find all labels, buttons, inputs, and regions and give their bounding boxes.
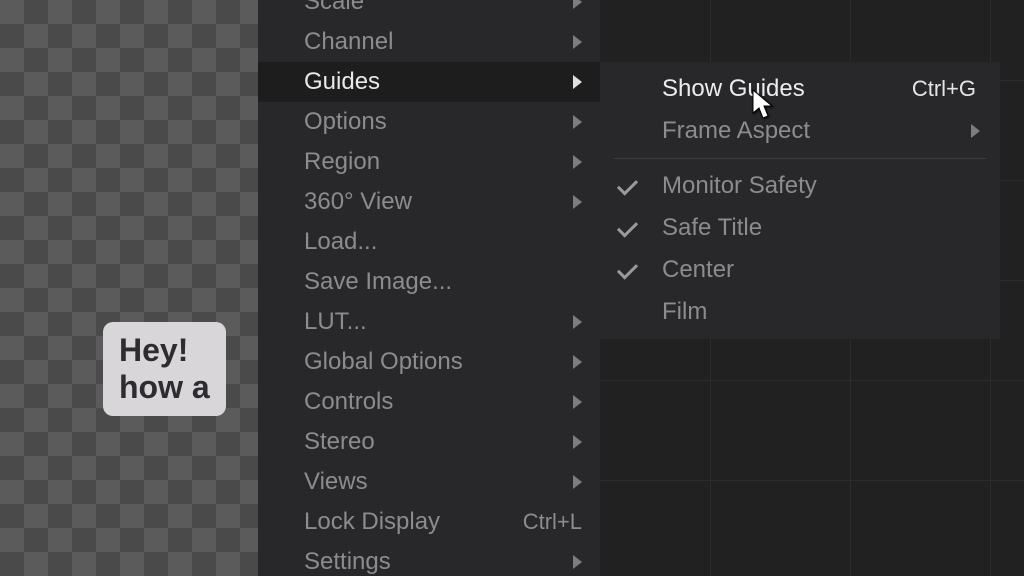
menu-item-label: Guides — [304, 68, 380, 96]
menu-item-load[interactable]: Load... — [258, 222, 600, 262]
menu-item-label: Region — [304, 148, 380, 176]
canvas-text-box: Hey! how a — [103, 322, 226, 416]
menu-item-lut[interactable]: LUT... — [258, 302, 600, 342]
submenu-item-shortcut: Ctrl+G — [912, 76, 976, 102]
menu-item-controls[interactable]: Controls — [258, 382, 600, 422]
submenu-item-monitor-safety[interactable]: Monitor Safety — [600, 165, 1000, 207]
menu-item-global-options[interactable]: Global Options — [258, 342, 600, 382]
check-icon — [617, 216, 638, 237]
submenu-item-safe-title[interactable]: Safe Title — [600, 207, 1000, 249]
menu-item-label: Save Image... — [304, 268, 452, 296]
menu-item-region[interactable]: Region — [258, 142, 600, 182]
canvas-text-line1: Hey! — [119, 332, 210, 369]
menu-item-label: Channel — [304, 28, 393, 56]
menu-item-label: Views — [304, 468, 368, 496]
submenu-item-label: Frame Aspect — [662, 117, 810, 145]
menu-item-label: Controls — [304, 388, 393, 416]
check-icon — [617, 258, 638, 279]
menu-item-label: Load... — [304, 228, 377, 256]
menu-item-label: Options — [304, 108, 387, 136]
menu-item-lock-display[interactable]: Lock Display Ctrl+L — [258, 502, 600, 542]
menu-item-label: LUT... — [304, 308, 367, 336]
menu-item-scale[interactable]: Scale — [258, 0, 600, 22]
menu-item-options[interactable]: Options — [258, 102, 600, 142]
submenu-item-label: Show Guides — [662, 75, 805, 103]
menu-item-label: Settings — [304, 548, 391, 576]
menu-item-shortcut: Ctrl+L — [523, 509, 582, 535]
submenu-item-label: Film — [662, 298, 707, 326]
submenu-item-label: Center — [662, 256, 734, 284]
submenu-item-label: Monitor Safety — [662, 172, 817, 200]
menu-item-label: Stereo — [304, 428, 375, 456]
submenu-item-frame-aspect[interactable]: Frame Aspect — [600, 110, 1000, 152]
check-icon — [617, 174, 638, 195]
canvas-text-line2: how a — [119, 369, 210, 406]
menu-item-360-view[interactable]: 360° View — [258, 182, 600, 222]
menu-item-stereo[interactable]: Stereo — [258, 422, 600, 462]
menu-item-settings[interactable]: Settings — [258, 542, 600, 576]
submenu-item-label: Safe Title — [662, 214, 762, 242]
menu-item-label: Global Options — [304, 348, 463, 376]
menu-item-guides[interactable]: Guides — [258, 62, 600, 102]
submenu-separator — [614, 158, 986, 159]
submenu-item-center[interactable]: Center — [600, 249, 1000, 291]
menu-item-label: Lock Display — [304, 508, 440, 536]
transparency-checker-canvas — [0, 0, 258, 576]
submenu-item-show-guides[interactable]: Show Guides Ctrl+G — [600, 68, 1000, 110]
guides-submenu[interactable]: Show Guides Ctrl+G Frame Aspect Monitor Saf… — [600, 62, 1000, 339]
menu-item-label: Scale — [304, 0, 364, 16]
menu-item-save-image[interactable]: Save Image... — [258, 262, 600, 302]
menu-item-views[interactable]: Views — [258, 462, 600, 502]
submenu-item-film[interactable]: Film — [600, 291, 1000, 333]
menu-item-label: 360° View — [304, 188, 412, 216]
viewer-context-menu[interactable]: Scale Channel Guides Options Region 360° View… — [258, 0, 600, 576]
menu-item-channel[interactable]: Channel — [258, 22, 600, 62]
